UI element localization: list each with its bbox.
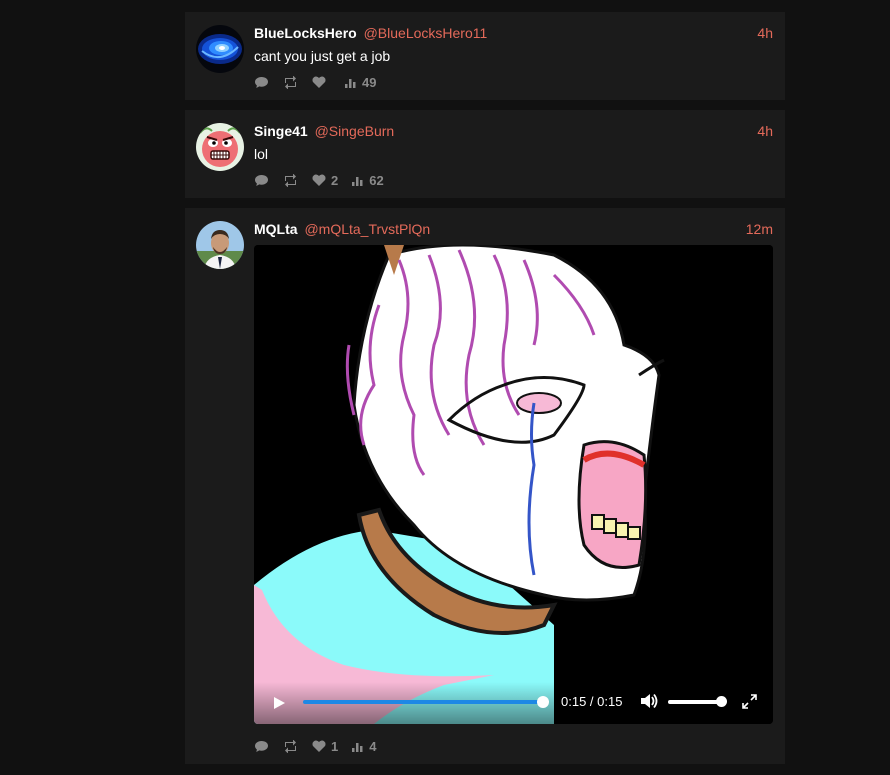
avatar[interactable] bbox=[196, 25, 244, 73]
like-count: 2 bbox=[331, 172, 339, 188]
view-count: 49 bbox=[362, 74, 377, 90]
reply-button[interactable] bbox=[254, 740, 269, 753]
post[interactable]: MQLta @mQLta_TrvstPlQn 12m 0:15 / 0:15 1… bbox=[185, 208, 785, 764]
play-icon[interactable] bbox=[272, 696, 286, 710]
view-count: 62 bbox=[369, 172, 384, 188]
reply-button[interactable] bbox=[254, 76, 269, 89]
man-portrait-avatar-icon bbox=[196, 221, 244, 269]
repost-button[interactable] bbox=[283, 739, 298, 753]
volume-icon[interactable] bbox=[640, 693, 658, 709]
views-button[interactable]: 4 bbox=[352, 739, 376, 754]
bar-chart-icon bbox=[345, 78, 356, 88]
author-name[interactable]: BlueLocksHero bbox=[254, 25, 357, 41]
post-text: lol bbox=[254, 146, 269, 162]
post-text: cant you just get a job bbox=[254, 48, 391, 64]
repost-icon bbox=[285, 75, 296, 89]
repost-button[interactable] bbox=[283, 173, 298, 187]
video-player[interactable]: 0:15 / 0:15 bbox=[254, 245, 773, 724]
avatar[interactable] bbox=[196, 221, 244, 269]
seek-handle[interactable] bbox=[537, 696, 549, 708]
feed: BlueLocksHero @BlueLocksHero11 4h cant y… bbox=[185, 12, 785, 764]
post-actions: 2 62 bbox=[254, 172, 773, 199]
like-button[interactable]: 1 bbox=[312, 739, 338, 754]
post-time[interactable]: 4h bbox=[757, 24, 773, 42]
video-controls: 0:15 / 0:15 bbox=[254, 682, 773, 724]
heart-icon bbox=[312, 740, 326, 752]
post[interactable]: Singe41 @SingeBurn 4h lol 2 62 bbox=[185, 110, 785, 198]
avatar[interactable] bbox=[196, 123, 244, 171]
author-handle[interactable]: @SingeBurn bbox=[315, 123, 395, 139]
author-handle[interactable]: @mQLta_TrvstPlQn bbox=[304, 221, 430, 237]
view-count: 4 bbox=[369, 738, 377, 754]
views-button[interactable]: 62 bbox=[352, 172, 384, 188]
volume-handle[interactable] bbox=[716, 696, 727, 707]
fullscreen-icon[interactable] bbox=[742, 694, 757, 709]
post-actions: 1 4 bbox=[254, 738, 773, 765]
like-button[interactable] bbox=[312, 76, 331, 88]
repost-icon bbox=[285, 739, 296, 753]
post-time[interactable]: 12m bbox=[746, 220, 773, 238]
author-name[interactable]: MQLta bbox=[254, 221, 298, 237]
post-actions: 49 bbox=[254, 74, 773, 101]
author-handle[interactable]: @BlueLocksHero11 bbox=[364, 25, 488, 41]
comment-icon bbox=[255, 174, 268, 186]
video-time: 0:15 / 0:15 bbox=[561, 694, 623, 709]
post-time[interactable]: 4h bbox=[757, 122, 773, 140]
comment-icon bbox=[255, 740, 268, 752]
views-button[interactable]: 49 bbox=[345, 75, 376, 90]
angry-pink-face-avatar-icon bbox=[196, 123, 244, 171]
seek-bar[interactable] bbox=[303, 700, 544, 704]
bar-chart-icon bbox=[352, 742, 363, 752]
meme-video-frame bbox=[254, 245, 773, 724]
bar-chart-icon bbox=[352, 176, 363, 186]
repost-button[interactable] bbox=[283, 75, 298, 89]
heart-icon bbox=[312, 76, 326, 88]
repost-icon bbox=[285, 173, 296, 187]
post[interactable]: BlueLocksHero @BlueLocksHero11 4h cant y… bbox=[185, 12, 785, 100]
comment-icon bbox=[255, 76, 268, 88]
reply-button[interactable] bbox=[254, 174, 269, 187]
heart-icon bbox=[312, 174, 326, 186]
author-name[interactable]: Singe41 bbox=[254, 123, 308, 139]
blue-swirl-avatar-icon bbox=[196, 25, 244, 73]
like-button[interactable]: 2 bbox=[312, 173, 338, 188]
like-count: 1 bbox=[331, 738, 339, 754]
volume-slider[interactable] bbox=[668, 700, 722, 704]
